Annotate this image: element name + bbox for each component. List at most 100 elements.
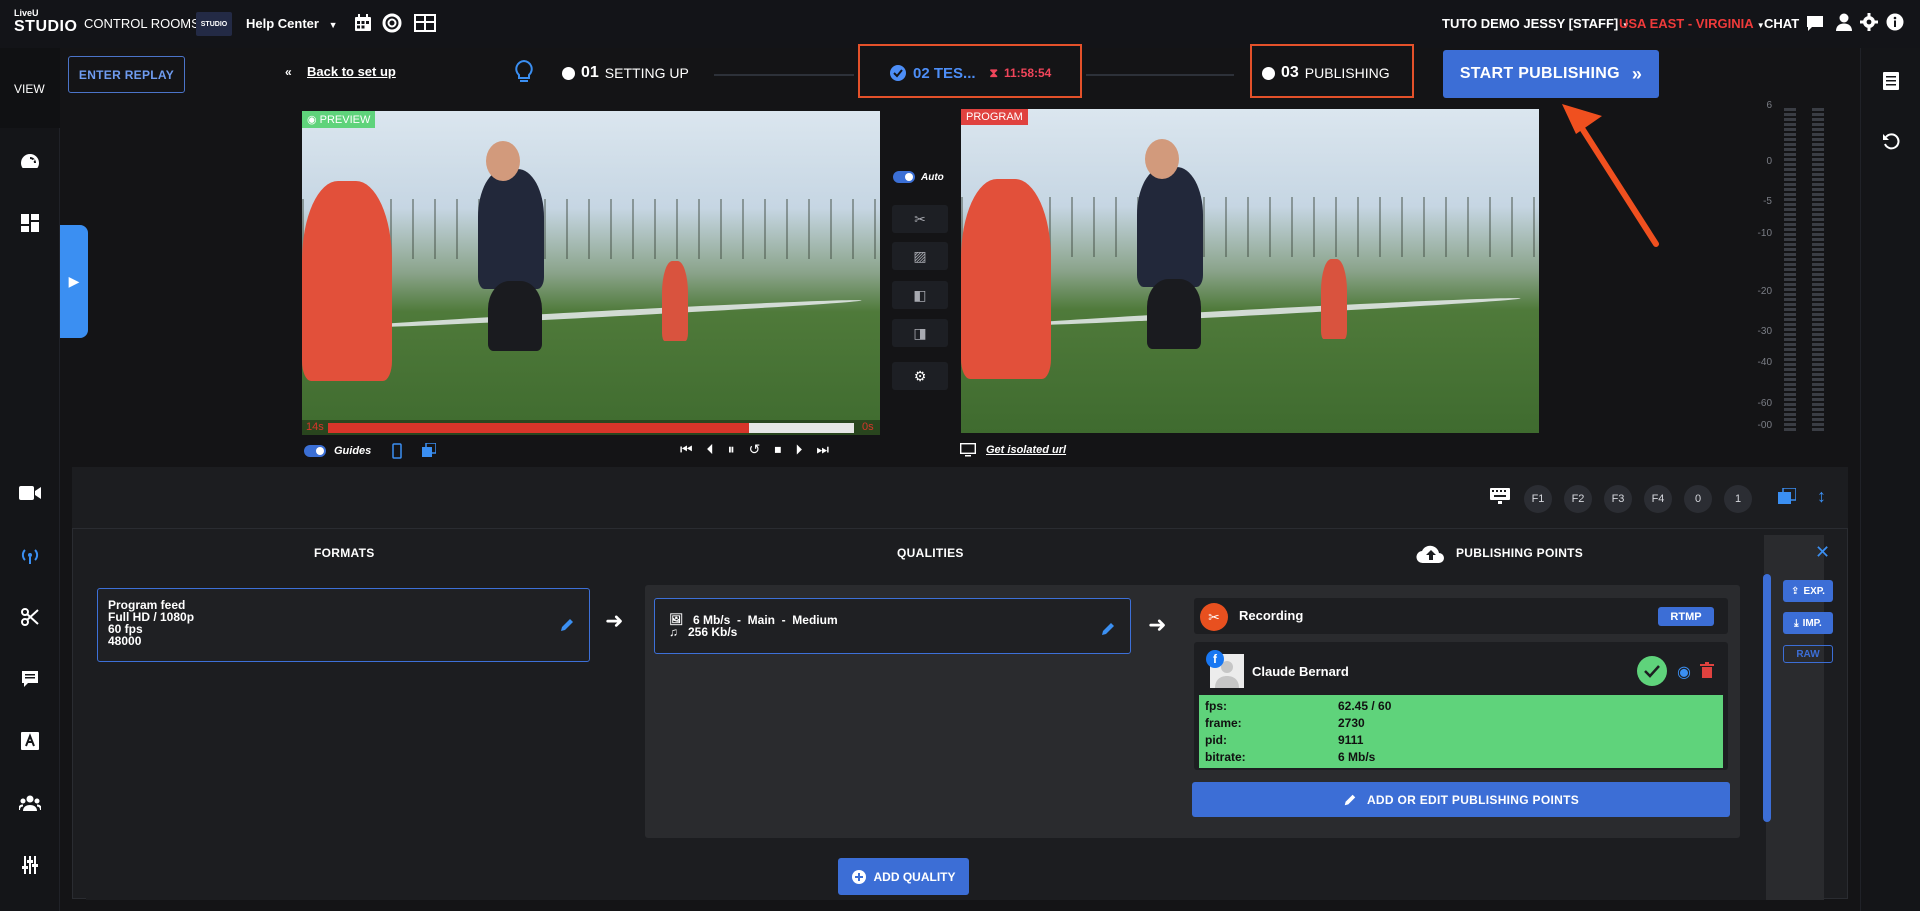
- region-dropdown[interactable]: USA EAST - VIRGINIA ▼: [1619, 16, 1765, 31]
- import-button[interactable]: ⤓ IMP.: [1783, 612, 1833, 634]
- stat-row: frame: 2730: [1205, 716, 1717, 732]
- step2-timer: 11:58:54: [1003, 66, 1052, 80]
- chat-bubble-icon[interactable]: [1806, 14, 1824, 35]
- format-audio-rate: 48000: [108, 634, 142, 648]
- meter-tick-label: 6: [1766, 100, 1772, 111]
- dashboard-gauge-icon[interactable]: [0, 146, 60, 176]
- program-video[interactable]: PROGRAM: [961, 109, 1539, 433]
- step-forward-icon[interactable]: ⏵: [795, 441, 802, 458]
- chat-link[interactable]: CHAT: [1764, 16, 1799, 31]
- control-rooms-link[interactable]: CONTROL ROOMS: [84, 16, 200, 31]
- quality-card[interactable]: 🖼 6 Mb/s - Main - Medium ♫ 256 Kb/s: [654, 598, 1131, 654]
- mixer-sliders-icon[interactable]: [0, 850, 60, 880]
- lightbulb-icon[interactable]: [514, 59, 534, 87]
- hatch-icon: ▨: [913, 247, 927, 264]
- skip-end-icon[interactable]: ⏭: [816, 441, 829, 458]
- resize-vertical-icon[interactable]: ↕: [1817, 486, 1826, 507]
- step-setting-up[interactable]: 01 SETTING UP: [562, 64, 689, 82]
- step-publishing[interactable]: 03 PUBLISHING: [1262, 64, 1390, 82]
- function-key-button[interactable]: F2: [1564, 485, 1592, 513]
- help-center-label: Help Center: [246, 16, 319, 31]
- close-icon[interactable]: ✕: [1815, 542, 1830, 563]
- calendar-icon[interactable]: [354, 14, 372, 35]
- format-fps: 60 fps: [108, 622, 143, 636]
- cut-transition-button[interactable]: ✂: [892, 205, 948, 233]
- layout-grid-icon[interactable]: [414, 14, 436, 35]
- format-card[interactable]: Program feed Full HD / 1080p 60 fps 4800…: [97, 588, 590, 662]
- eye-icon[interactable]: ◉: [1677, 662, 1691, 682]
- replay-icon[interactable]: ↺: [749, 441, 761, 458]
- lifebuoy-icon[interactable]: [382, 13, 402, 36]
- stat-value: 9111: [1338, 733, 1364, 747]
- liveu-studio-logo[interactable]: LiveU STUDIO: [14, 8, 78, 40]
- raw-button[interactable]: RAW: [1783, 645, 1833, 663]
- layout-icon[interactable]: [0, 208, 60, 238]
- camera-icon[interactable]: [0, 478, 60, 508]
- preview-video[interactable]: ◉ PREVIEW 14s 0s: [302, 111, 880, 435]
- transition-settings-button[interactable]: ⚙: [892, 362, 948, 390]
- step-dot-icon: [562, 66, 575, 80]
- recording-row[interactable]: ✂ Recording RTMP: [1194, 598, 1728, 634]
- isolated-url-link[interactable]: Get isolated url: [960, 443, 1066, 457]
- trash-icon[interactable]: [1700, 662, 1714, 678]
- function-key-button[interactable]: 1: [1724, 485, 1752, 513]
- auto-toggle[interactable]: Auto: [893, 171, 944, 183]
- mobile-icon[interactable]: [392, 443, 402, 462]
- enter-replay-button[interactable]: ENTER REPLAY: [68, 56, 185, 93]
- layers-icon[interactable]: [1778, 487, 1797, 507]
- function-key-button[interactable]: F3: [1604, 485, 1632, 513]
- room-thumbnail[interactable]: STUDIO: [196, 12, 232, 36]
- export-label: EXP.: [1803, 585, 1825, 597]
- export-button[interactable]: ⇪ EXP.: [1783, 580, 1833, 602]
- user-menu[interactable]: TUTO DEMO JESSY [STAFF] ▼: [1442, 16, 1630, 31]
- auto-label: Auto: [921, 171, 944, 183]
- pause-icon[interactable]: ⏸: [728, 441, 735, 458]
- step3-label: PUBLISHING: [1304, 65, 1390, 81]
- logo-main-text: STUDIO: [14, 18, 78, 35]
- add-edit-publishing-button[interactable]: ADD OR EDIT PUBLISHING POINTS: [1192, 782, 1730, 817]
- expand-sidebar-tab[interactable]: ▶: [60, 225, 88, 338]
- stat-row: fps: 62.45 / 60: [1205, 699, 1717, 715]
- text-overlay-icon[interactable]: [0, 726, 60, 756]
- gear-icon[interactable]: [1860, 13, 1878, 34]
- wipe-left-button[interactable]: ◧: [892, 281, 948, 309]
- wipe-right-button[interactable]: ◨: [892, 319, 948, 347]
- stop-icon[interactable]: ⏹: [774, 441, 781, 458]
- cloud-upload-icon: [1416, 545, 1444, 564]
- step-back-icon[interactable]: ⏴: [707, 441, 714, 458]
- facebook-icon: f: [1206, 650, 1224, 668]
- guides-toggle[interactable]: Guides: [304, 445, 371, 457]
- meter-tick-label: -5: [1763, 196, 1772, 207]
- list-panel-icon[interactable]: [1861, 66, 1920, 96]
- step2-label: 02 TES...: [913, 64, 976, 82]
- add-quality-button[interactable]: ADD QUALITY: [838, 858, 969, 895]
- undo-history-icon[interactable]: [1861, 126, 1920, 156]
- monitor-icon: [960, 443, 976, 457]
- preview-timeline[interactable]: 14s 0s: [302, 420, 880, 435]
- right-nav: [1860, 48, 1920, 911]
- pencil-icon[interactable]: [1100, 621, 1116, 637]
- copy-layers-icon[interactable]: [422, 442, 437, 460]
- function-key-button[interactable]: 0: [1684, 485, 1712, 513]
- broadcast-icon[interactable]: [0, 540, 60, 570]
- step-testing[interactable]: 02 TES... ⧗ 11:58:54: [889, 64, 1051, 82]
- preview-time-right: 0s: [862, 421, 874, 433]
- messages-icon[interactable]: [0, 664, 60, 694]
- info-icon[interactable]: [1886, 13, 1904, 34]
- skip-start-icon[interactable]: ⏮: [680, 441, 693, 458]
- pencil-icon[interactable]: [559, 617, 575, 633]
- user-icon[interactable]: [1836, 13, 1852, 34]
- back-to-setup-link[interactable]: Back to set up: [307, 64, 396, 79]
- function-key-button[interactable]: F1: [1524, 485, 1552, 513]
- keyboard-icon[interactable]: [1490, 488, 1510, 507]
- function-key-button[interactable]: F4: [1644, 485, 1672, 513]
- stat-value: 2730: [1338, 716, 1365, 730]
- stat-value: 6 Mb/s: [1338, 750, 1376, 764]
- scissors-icon[interactable]: [0, 602, 60, 632]
- fade-transition-button[interactable]: ▨: [892, 242, 948, 270]
- users-icon[interactable]: [0, 788, 60, 818]
- start-publishing-button[interactable]: START PUBLISHING »: [1443, 50, 1659, 98]
- scrollbar[interactable]: [1763, 574, 1771, 822]
- help-center-dropdown[interactable]: Help Center ▼: [246, 16, 338, 31]
- program-tag: PROGRAM: [961, 109, 1028, 125]
